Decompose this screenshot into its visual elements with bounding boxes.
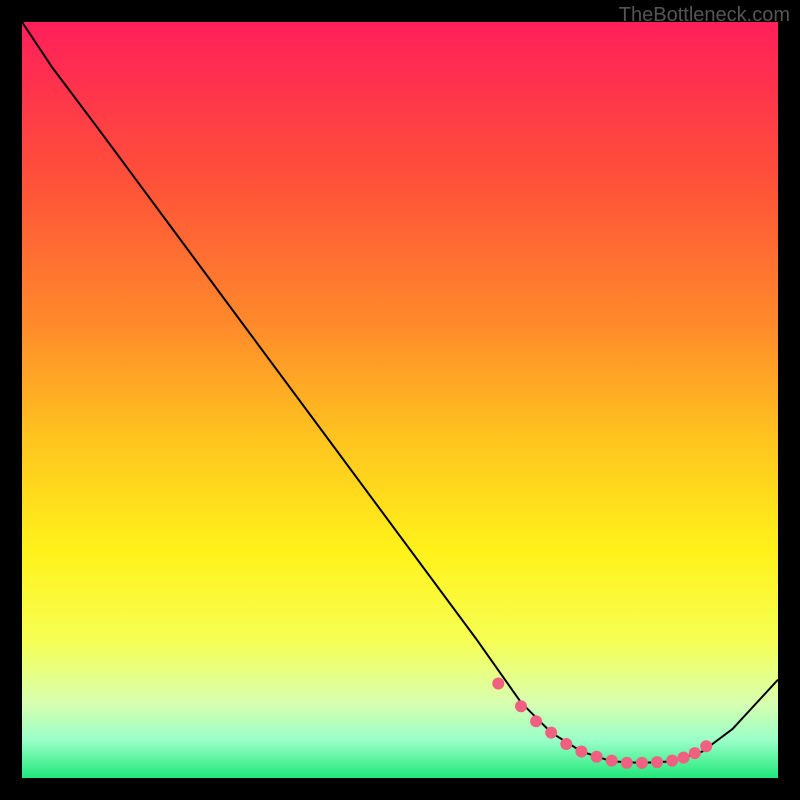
marker-dot — [545, 727, 557, 739]
marker-dot — [636, 757, 648, 769]
marker-dot — [689, 747, 701, 759]
marker-dot — [591, 751, 603, 763]
marker-dot — [621, 757, 633, 769]
marker-dot — [666, 755, 678, 767]
plot-area — [22, 22, 778, 778]
marker-dot — [651, 756, 663, 768]
marker-dot — [678, 752, 690, 764]
marker-dot — [560, 738, 572, 750]
marker-dot — [606, 755, 618, 767]
marker-dot — [530, 715, 542, 727]
marker-dot — [515, 700, 527, 712]
marker-dot — [492, 678, 504, 690]
chart-container: TheBottleneck.com — [0, 0, 800, 800]
watermark-text: TheBottleneck.com — [619, 4, 790, 27]
marker-dot — [575, 746, 587, 758]
gradient-background — [22, 22, 778, 778]
marker-dot — [700, 740, 712, 752]
chart-svg — [22, 22, 778, 778]
